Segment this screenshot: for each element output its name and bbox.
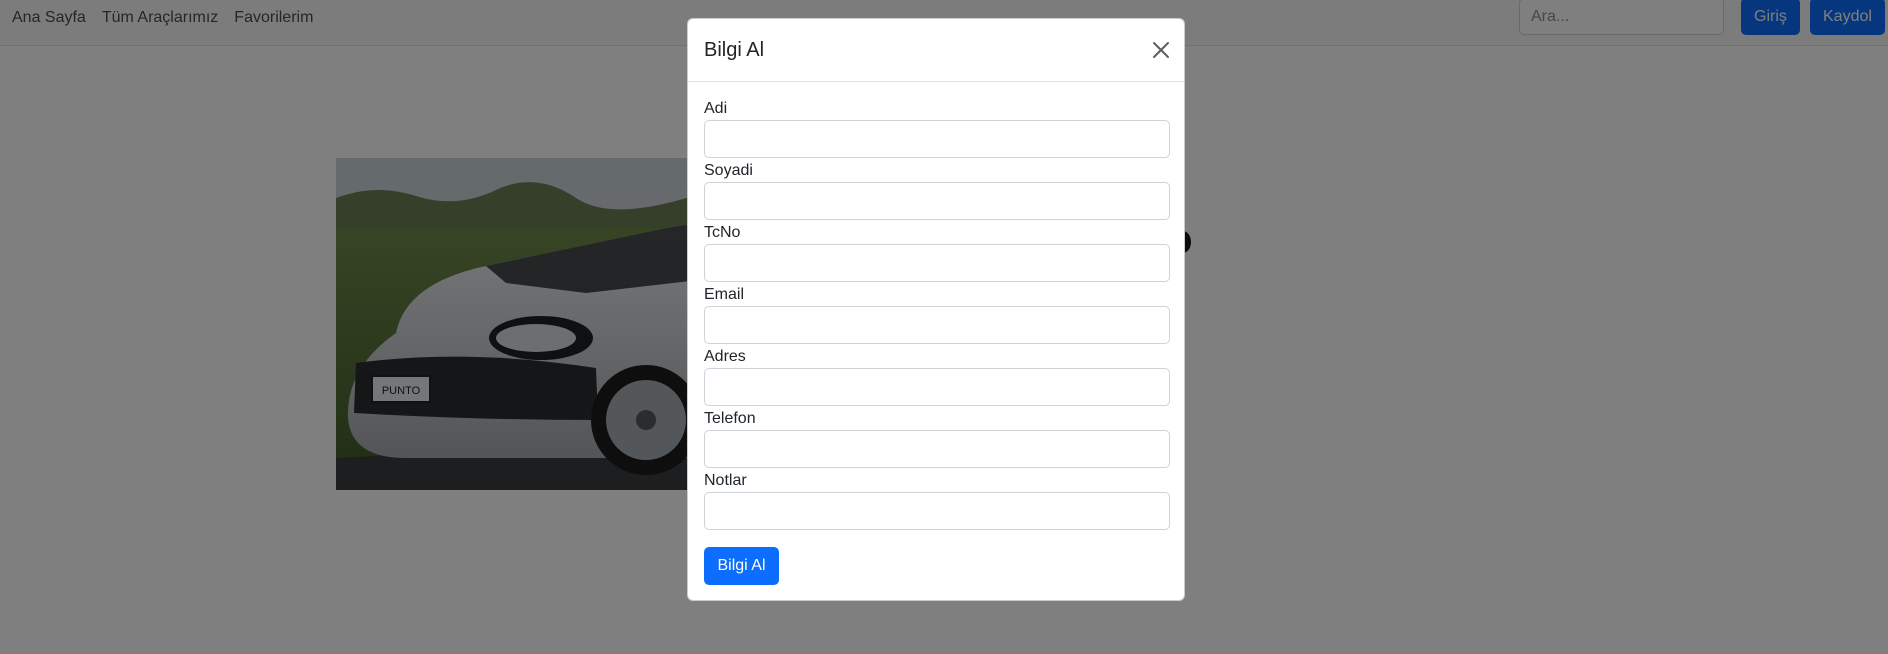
form-group-soyadi: Soyadi xyxy=(704,161,1170,223)
form-group-email: Email xyxy=(704,285,1170,347)
form-group-notlar: Notlar xyxy=(704,471,1170,533)
close-button[interactable] xyxy=(1149,38,1173,62)
telefon-label: Telefon xyxy=(704,410,756,427)
page: Ana Sayfa Tüm Araçlarımız Favorilerim Gi… xyxy=(0,0,1888,654)
modal-body: Adi Soyadi TcNo Email Adres Telefon Notl… xyxy=(704,99,1170,533)
soyadi-label: Soyadi xyxy=(704,162,753,179)
form-group-telefon: Telefon xyxy=(704,409,1170,471)
form-group-adi: Adi xyxy=(704,99,1170,161)
adi-label: Adi xyxy=(704,100,728,117)
form-group-tcno: TcNo xyxy=(704,223,1170,285)
notlar-label: Notlar xyxy=(704,472,747,489)
modal-title: Bilgi Al xyxy=(704,39,765,61)
form-group-adres: Adres xyxy=(704,347,1170,409)
email-label: Email xyxy=(704,286,745,303)
telefon-input[interactable] xyxy=(704,430,1170,468)
tcno-label: TcNo xyxy=(704,224,741,241)
adi-input[interactable] xyxy=(704,120,1170,158)
info-request-modal: Bilgi Al Adi Soyadi TcNo Email Adres Tel… xyxy=(687,18,1185,601)
soyadi-input[interactable] xyxy=(704,182,1170,220)
submit-button[interactable]: Bilgi Al xyxy=(704,547,779,585)
adres-input[interactable] xyxy=(704,368,1170,406)
adres-label: Adres xyxy=(704,348,746,365)
email-input[interactable] xyxy=(704,306,1170,344)
tcno-input[interactable] xyxy=(704,244,1170,282)
modal-header: Bilgi Al xyxy=(688,19,1184,82)
close-icon xyxy=(1153,42,1169,58)
notlar-input[interactable] xyxy=(704,492,1170,530)
